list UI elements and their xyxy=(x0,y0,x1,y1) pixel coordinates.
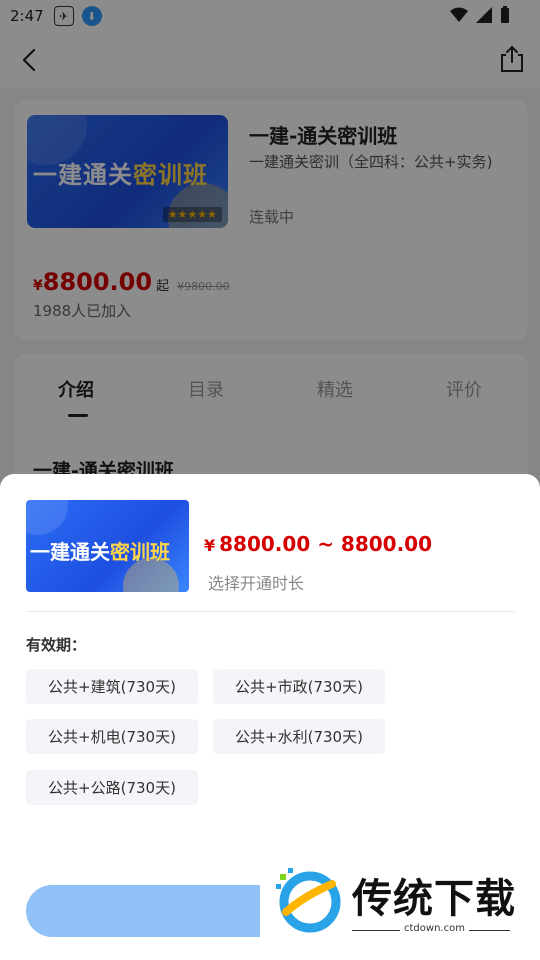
option-municipal[interactable]: 公共+市政(730天) xyxy=(213,669,385,704)
watermark-logo-icon xyxy=(276,868,341,933)
site-watermark: 传统下载 ctdown.com xyxy=(260,860,520,940)
divider xyxy=(26,611,516,612)
option-building[interactable]: 公共+建筑(730天) xyxy=(26,669,198,704)
choose-duration-hint: 选择开通时长 xyxy=(208,574,305,593)
price-range: ¥8800.00 ~ 8800.00 xyxy=(204,532,432,556)
validity-label: 有效期： xyxy=(26,636,87,654)
range-price-symbol: ¥ xyxy=(204,536,216,555)
watermark-url: ctdown.com xyxy=(400,923,469,934)
sheet-thumb-title-white: 一建通关 xyxy=(30,540,110,564)
range-price-value: 8800.00 ~ 8800.00 xyxy=(219,532,433,556)
option-water[interactable]: 公共+水利(730天) xyxy=(213,719,385,754)
sheet-thumb-title-gold: 密训班 xyxy=(110,540,170,564)
sheet-course-thumbnail: 一建通关密训班 xyxy=(26,500,189,592)
option-highway[interactable]: 公共+公路(730天) xyxy=(26,770,198,805)
watermark-text: 传统下载 xyxy=(352,876,516,922)
option-mechanical[interactable]: 公共+机电(730天) xyxy=(26,719,198,754)
